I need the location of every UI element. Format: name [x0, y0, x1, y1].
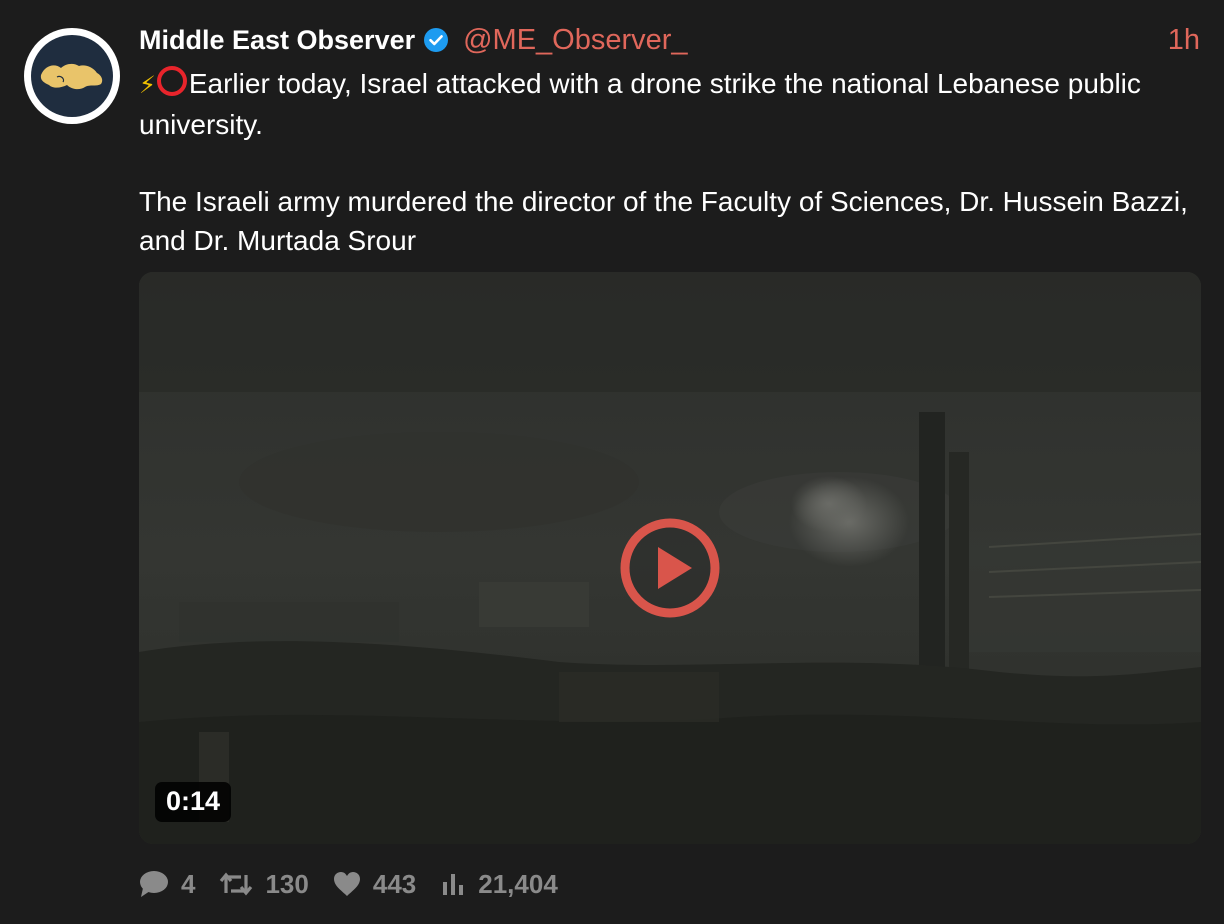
heart-icon: [333, 872, 360, 896]
like-button[interactable]: 443: [333, 869, 416, 900]
retweet-button[interactable]: 130: [219, 868, 309, 900]
reply-button[interactable]: 4: [139, 869, 195, 900]
views-button[interactable]: 21,404: [440, 869, 558, 900]
retweet-count: 130: [265, 868, 309, 899]
play-icon[interactable]: [620, 518, 720, 618]
video-player[interactable]: 0:14: [139, 272, 1201, 844]
verified-badge-icon: [424, 28, 449, 52]
like-count: 443: [372, 868, 417, 899]
tweet-header: Middle East Observer @ME_Observer_ 1h: [139, 20, 1200, 60]
timestamp[interactable]: 1h: [1168, 24, 1200, 57]
user-handle[interactable]: @ME_Observer_: [463, 24, 687, 57]
video-duration: 0:14: [155, 782, 232, 822]
view-count: 21,404: [478, 868, 558, 899]
tweet-paragraph-2: The Israeli army murdered the director o…: [139, 186, 1188, 256]
retweet-icon: [220, 872, 253, 896]
red-circle-emoji-icon: [156, 66, 187, 96]
tweet-paragraph-1: ⚡ Earlier today, Israel attacked with a d…: [139, 64, 1199, 144]
tweet[interactable]: Middle East Observer @ME_Observer_ 1h ⚡ E…: [0, 0, 1224, 924]
middle-east-observer-logo-icon: [28, 32, 116, 120]
lightning-emoji-icon: ⚡: [139, 72, 156, 99]
tweet-text: ⚡ Earlier today, Israel attacked with a d…: [139, 64, 1199, 260]
views-bar-chart-icon: [443, 874, 464, 895]
paragraph-1-text: Earlier today, Israel attacked with a dr…: [139, 68, 1141, 140]
action-bar: 4 130 443 21,404: [139, 866, 582, 902]
display-name[interactable]: Middle East Observer: [139, 25, 415, 56]
reply-count: 4: [181, 868, 196, 899]
comment-icon: [140, 871, 168, 897]
avatar[interactable]: [24, 28, 120, 124]
